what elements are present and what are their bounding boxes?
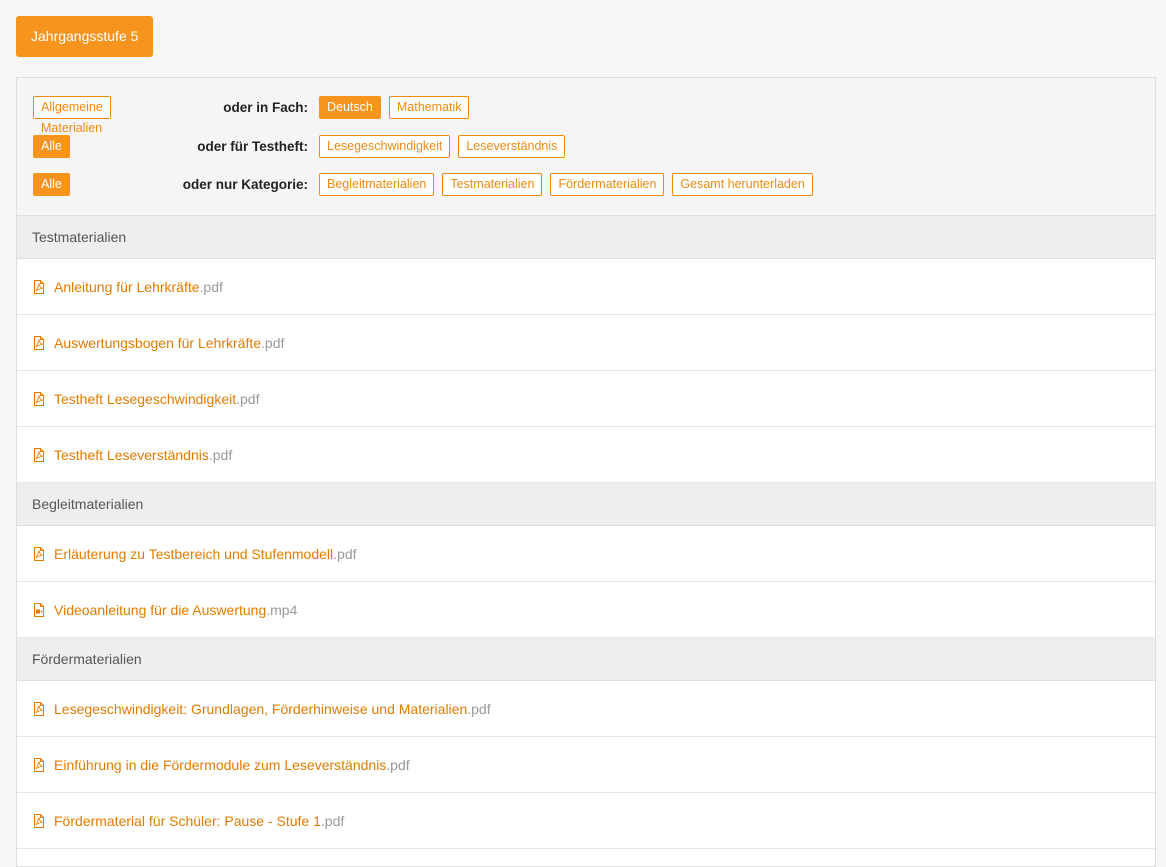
file-name-link[interactable]: Anleitung für Lehrkräfte <box>54 279 200 295</box>
file-name-link[interactable]: Testheft Lesegeschwindigkeit <box>54 391 236 407</box>
file-name-link[interactable]: Fördermaterial für Schüler: Pause - Stuf… <box>54 813 321 829</box>
testbook-filter-label: oder für Testheft: <box>197 139 308 154</box>
file-name-link[interactable]: Lesegeschwindigkeit: Grundlagen, Förderh… <box>54 701 467 717</box>
file-item[interactable]: Lesegeschwindigkeit: Grundlagen, Förderh… <box>17 681 1155 737</box>
pdf-icon <box>32 757 46 772</box>
file-name-link[interactable]: Einführung in die Fördermodule zum Lesev… <box>54 757 386 773</box>
pdf-icon <box>32 813 46 828</box>
section-header-testmaterialien: Testmaterialien <box>17 216 1155 259</box>
file-item[interactable]: Testheft Leseverständnis .pdf <box>17 427 1155 483</box>
file-extension: .pdf <box>199 278 223 295</box>
section-header-begleitmaterialien: Begleitmaterialien <box>17 483 1155 526</box>
file-extension: .pdf <box>467 700 491 717</box>
testbook-options: Lesegeschwindigkeit Leseverständnis <box>319 135 573 158</box>
section-header-fördermaterialien: Fördermaterialien <box>17 638 1155 681</box>
pdf-icon <box>32 447 46 462</box>
material-sections: Testmaterialien Anleitung für Lehrkräfte.… <box>17 216 1155 849</box>
file-item[interactable]: Auswertungsbogen für Lehrkräfte .pdf <box>17 315 1155 371</box>
file-extension: .pdf <box>261 334 285 351</box>
pdf-icon <box>32 279 46 294</box>
pdf-icon <box>32 335 46 350</box>
filter-tag-gesamt-herunterladen[interactable]: Gesamt herunterladen <box>672 173 813 196</box>
file-item[interactable]: Erläuterung zu Testbereich und Stufenmod… <box>17 526 1155 582</box>
file-name-link[interactable]: Auswertungsbogen für Lehrkräfte <box>54 335 261 351</box>
filter-tag-begleitmaterialien[interactable]: Begleitmaterialien <box>319 173 435 196</box>
all-testbooks-tag[interactable]: Alle <box>33 135 70 158</box>
file-extension: .pdf <box>320 812 345 829</box>
materials-panel: Allgemeine Materialien oder in Fach: Deu… <box>16 77 1156 867</box>
grade-level-button[interactable]: Jahrgangsstufe 5 <box>16 16 154 57</box>
file-item[interactable]: Testheft Lesegeschwindigkeit .pdf <box>17 371 1155 427</box>
filter-tag-mathematik[interactable]: Mathematik <box>388 96 470 119</box>
file-name-link[interactable]: Erläuterung zu Testbereich und Stufenmod… <box>54 546 333 562</box>
video-icon <box>32 602 46 617</box>
general-materials-tag[interactable]: Allgemeine Materialien <box>33 96 111 135</box>
file-extension: .pdf <box>386 756 410 773</box>
pdf-icon <box>32 701 46 716</box>
filter-tag-leseverständnis[interactable]: Leseverständnis <box>458 135 566 158</box>
pdf-icon <box>32 391 46 406</box>
filter-tag-deutsch[interactable]: Deutsch <box>319 96 381 119</box>
filter-tag-testmaterialien[interactable]: Testmaterialien <box>442 173 543 196</box>
subject-filter-label: oder in Fach: <box>223 100 308 115</box>
category-filter-label: oder nur Kategorie: <box>182 177 308 192</box>
category-options: Begleitmaterialien Testmaterialien Förderm… <box>319 173 821 196</box>
file-extension: .pdf <box>236 390 260 407</box>
file-item[interactable]: Fördermaterial für Schüler: Pause - Stuf… <box>17 793 1155 849</box>
file-item[interactable]: Videoanleitung für die Auswertung .mp4 <box>17 582 1155 638</box>
file-name-link[interactable]: Testheft Leseverständnis <box>54 447 209 463</box>
file-extension: .pdf <box>208 446 233 463</box>
filter-bar: Allgemeine Materialien oder in Fach: Deu… <box>17 78 1155 216</box>
pdf-icon <box>32 546 46 561</box>
file-extension: .pdf <box>333 545 357 562</box>
all-categories-tag[interactable]: Alle <box>33 173 70 196</box>
file-item[interactable]: Einführung in die Fördermodule zum Lesev… <box>17 737 1155 793</box>
subject-options: Deutsch Mathematik <box>319 96 477 119</box>
file-name-link[interactable]: Videoanleitung für die Auswertung <box>54 602 266 618</box>
file-extension: .mp4 <box>266 601 298 618</box>
filter-tag-fördermaterialien[interactable]: Fördermaterialien <box>550 173 665 196</box>
filter-tag-lesegeschwindigkeit[interactable]: Lesegeschwindigkeit <box>319 135 451 158</box>
file-item[interactable]: Anleitung für Lehrkräfte .pdf <box>17 259 1155 315</box>
